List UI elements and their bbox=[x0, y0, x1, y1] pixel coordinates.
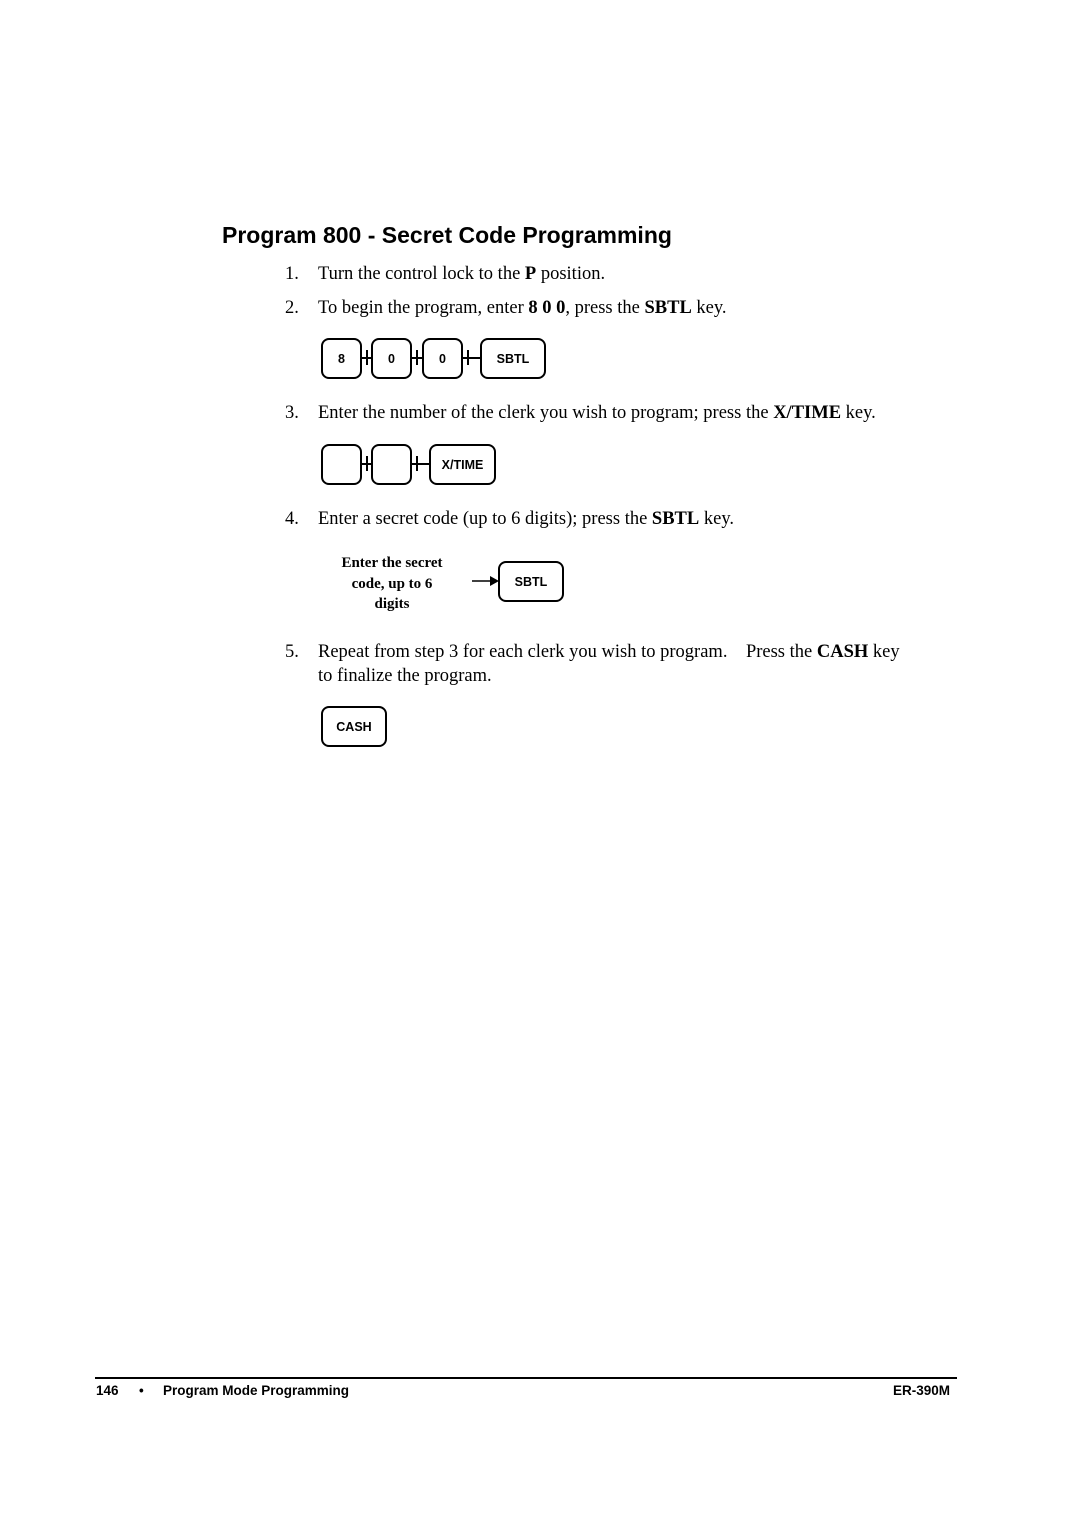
footer-divider bbox=[95, 1377, 957, 1379]
key-cash: CASH bbox=[321, 706, 387, 747]
step-number: 1. bbox=[285, 264, 299, 284]
connector-tick bbox=[416, 350, 418, 365]
step-number: 2. bbox=[285, 298, 299, 318]
key-0: 0 bbox=[422, 338, 463, 379]
footer-page-number: 146 bbox=[96, 1383, 119, 1398]
page-title: Program 800 - Secret Code Programming bbox=[222, 222, 672, 248]
footer-section-title: Program Mode Programming bbox=[163, 1383, 350, 1398]
key-0: 0 bbox=[371, 338, 412, 379]
step-number: 3. bbox=[285, 403, 299, 423]
step-number: 4. bbox=[285, 509, 299, 529]
footer-bullet: • bbox=[139, 1383, 144, 1398]
connector-line bbox=[412, 463, 430, 465]
blank-key bbox=[371, 444, 412, 485]
key-x-time: X/TIME bbox=[429, 444, 496, 485]
blank-key bbox=[321, 444, 362, 485]
connector-tick bbox=[467, 350, 469, 365]
arrow-right-icon bbox=[472, 576, 499, 586]
footer-model: ER-390M bbox=[893, 1383, 951, 1398]
step-text: Enter the number of the clerk you wish t… bbox=[318, 403, 876, 423]
step-text: Enter a secret code (up to 6 digits); pr… bbox=[318, 509, 734, 529]
key-8: 8 bbox=[321, 338, 362, 379]
connector-tick bbox=[366, 350, 368, 365]
step-text: Repeat from step 3 for each clerk you wi… bbox=[318, 642, 900, 662]
secret-code-caption: Enter the secret code, up to 6 digits bbox=[341, 555, 443, 612]
connector-tick bbox=[416, 456, 418, 471]
connector-line bbox=[463, 357, 481, 359]
key-sbtl: SBTL bbox=[480, 338, 546, 379]
step-text: Turn the control lock to the P position. bbox=[318, 264, 606, 284]
step-text: to finalize the program. bbox=[318, 666, 492, 686]
step-text: To begin the program, enter 8 0 0, press… bbox=[318, 298, 727, 318]
key-sbtl: SBTL bbox=[498, 561, 564, 602]
step-number: 5. bbox=[285, 642, 299, 662]
connector-tick bbox=[366, 456, 368, 471]
